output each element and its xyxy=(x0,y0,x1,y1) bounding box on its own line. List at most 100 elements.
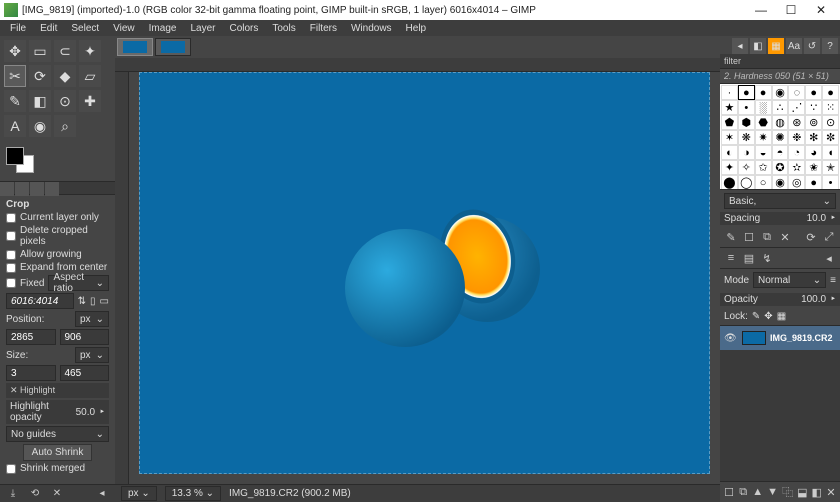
status-unit-dropdown[interactable]: px ⌄ xyxy=(121,486,157,501)
tool-rotate[interactable]: ⟳ xyxy=(29,65,51,87)
mode-switch-icon[interactable]: ≡ xyxy=(830,275,836,286)
menu-filters[interactable]: Filters xyxy=(304,23,343,34)
menu-colors[interactable]: Colors xyxy=(223,23,264,34)
lock-pixels-icon[interactable]: ✎ xyxy=(752,311,760,322)
tool-rect-select[interactable]: ▭ xyxy=(29,40,51,62)
tool-crop[interactable]: ✂ xyxy=(4,65,26,87)
tool-zoom[interactable]: ⌕ xyxy=(54,115,76,137)
size-w-input[interactable]: 3 xyxy=(6,365,56,381)
new-group-icon[interactable]: ⧉ xyxy=(738,485,748,499)
delete-icon[interactable]: ✕ xyxy=(50,487,64,501)
cb-allow-growing[interactable] xyxy=(6,250,16,260)
tool-text[interactable]: A xyxy=(4,115,26,137)
spinner-icon[interactable]: ‣ xyxy=(830,213,836,224)
menu-edit[interactable]: Edit xyxy=(34,23,63,34)
lock-position-icon[interactable]: ✥ xyxy=(764,311,772,322)
dup-layer-icon[interactable]: ⿻ xyxy=(782,485,793,499)
tool-move[interactable]: ✥ xyxy=(4,40,26,62)
tool-eraser[interactable]: ◧ xyxy=(29,90,51,112)
tab-menu-icon[interactable]: ◂ xyxy=(732,38,748,54)
tool-pencil[interactable]: ✎ xyxy=(4,90,26,112)
menu-windows[interactable]: Windows xyxy=(345,23,398,34)
menu-help[interactable]: Help xyxy=(400,23,433,34)
mask-layer-icon[interactable]: ◧ xyxy=(811,485,821,499)
image-tab-2[interactable] xyxy=(155,38,191,56)
menu-select[interactable]: Select xyxy=(65,23,105,34)
dock-tab-2[interactable] xyxy=(15,182,29,196)
minimize-button[interactable]: — xyxy=(746,0,776,20)
tab-layers-icon[interactable]: ≡ xyxy=(724,251,738,265)
menu-file[interactable]: File xyxy=(4,23,32,34)
canvas[interactable] xyxy=(129,72,720,484)
refresh-brush-icon[interactable]: ⟳ xyxy=(804,230,818,244)
ruler-horizontal[interactable] xyxy=(115,58,720,72)
tool-wand[interactable]: ✦ xyxy=(79,40,101,62)
raise-layer-icon[interactable]: ▲ xyxy=(752,485,763,499)
tool-perspective[interactable]: ▱ xyxy=(79,65,101,87)
spinner-icon[interactable]: ‣ xyxy=(830,294,836,305)
tool-lasso[interactable]: ⊂ xyxy=(54,40,76,62)
opacity-value[interactable]: 100.0 xyxy=(801,294,826,305)
restore-icon[interactable]: ⟲ xyxy=(28,487,42,501)
tool-colorpick[interactable]: ◉ xyxy=(29,115,51,137)
brush-preset-dropdown[interactable]: Basic, xyxy=(724,193,836,209)
spinner-icon[interactable]: ‣ xyxy=(99,407,105,418)
maximize-button[interactable]: ☐ xyxy=(776,0,806,20)
menu-layer[interactable]: Layer xyxy=(184,23,221,34)
layer-row[interactable]: 👁 IMG_9819.CR2 xyxy=(720,326,840,350)
cb-expand-center[interactable] xyxy=(6,263,16,273)
ruler-vertical[interactable] xyxy=(115,72,129,484)
help-icon[interactable]: ? xyxy=(822,38,838,54)
layer-name[interactable]: IMG_9819.CR2 xyxy=(770,333,833,343)
new-brush-icon[interactable]: ☐ xyxy=(742,230,756,244)
blend-mode-dropdown[interactable]: Normal xyxy=(753,272,826,288)
zoom-dropdown[interactable]: 13.3 % ⌄ xyxy=(165,486,221,501)
auto-shrink-button[interactable]: Auto Shrink xyxy=(23,444,93,461)
layers-menu-icon[interactable]: ◂ xyxy=(822,251,836,265)
menu-view[interactable]: View xyxy=(107,23,141,34)
del-brush-icon[interactable]: ✕ xyxy=(778,230,792,244)
landscape-icon[interactable]: ▭ xyxy=(100,296,109,307)
menu-image[interactable]: Image xyxy=(143,23,183,34)
dock-tab-3[interactable] xyxy=(30,182,44,196)
size-h-input[interactable]: 465 xyxy=(60,365,110,381)
open-brush-icon[interactable]: ⤢ xyxy=(822,230,836,244)
new-layer-icon[interactable]: ☐ xyxy=(724,485,734,499)
save-icon[interactable]: ⤓ xyxy=(6,487,20,501)
close-button[interactable]: ✕ xyxy=(806,0,836,20)
tab-paths-icon[interactable]: ↯ xyxy=(760,251,774,265)
swap-icon[interactable]: ⇅ xyxy=(78,296,86,307)
tab-brushes[interactable]: ◧ xyxy=(750,38,766,54)
guides-dropdown[interactable]: No guides xyxy=(6,426,109,442)
brush-grid[interactable]: ·●●◉◌●● ★•░∴⋰∵⁙ ⬟⬢⬣◍⊛⊚⊙ ✶❋✷✺❉✻✼ ◐◑◒◓◔◕◖ … xyxy=(720,84,840,189)
cb-delete-cropped[interactable] xyxy=(6,231,16,241)
lock-alpha-icon[interactable]: ▦ xyxy=(777,311,786,322)
tool-heal[interactable]: ✚ xyxy=(79,90,101,112)
fg-bg-colors[interactable] xyxy=(4,145,111,177)
lower-layer-icon[interactable]: ▼ xyxy=(767,485,778,499)
tool-clone[interactable]: ⊙ xyxy=(54,90,76,112)
tab-fonts[interactable]: Aa xyxy=(786,38,802,54)
filter-label[interactable]: filter xyxy=(720,54,840,68)
delete-layer-icon[interactable]: ✕ xyxy=(826,485,836,499)
fixed-mode-dropdown[interactable]: Aspect ratio xyxy=(48,275,109,291)
tab-channels-icon[interactable]: ▤ xyxy=(742,251,756,265)
cb-shrink-merged[interactable] xyxy=(6,464,16,474)
cb-fixed[interactable] xyxy=(6,278,16,288)
dock-tab-tooloptions[interactable] xyxy=(0,182,14,196)
position-unit-dropdown[interactable]: px xyxy=(75,311,109,327)
tab-history[interactable]: ↺ xyxy=(804,38,820,54)
dup-brush-icon[interactable]: ⧉ xyxy=(760,230,774,244)
highlight-toggle[interactable]: ✕ Highlight xyxy=(6,383,109,398)
merge-layer-icon[interactable]: ⬓ xyxy=(797,485,807,499)
spacing-value[interactable]: 10.0 xyxy=(807,213,826,224)
pos-x-input[interactable]: 2865 xyxy=(6,329,56,345)
menu-icon[interactable]: ◂ xyxy=(95,487,109,501)
pos-y-input[interactable]: 906 xyxy=(60,329,110,345)
menu-tools[interactable]: Tools xyxy=(266,23,301,34)
edit-brush-icon[interactable]: ✎ xyxy=(724,230,738,244)
visibility-icon[interactable]: 👁 xyxy=(724,333,738,344)
tool-warp[interactable]: ◆ xyxy=(54,65,76,87)
tab-patterns[interactable]: ▦ xyxy=(768,38,784,54)
fg-color[interactable] xyxy=(6,147,24,165)
